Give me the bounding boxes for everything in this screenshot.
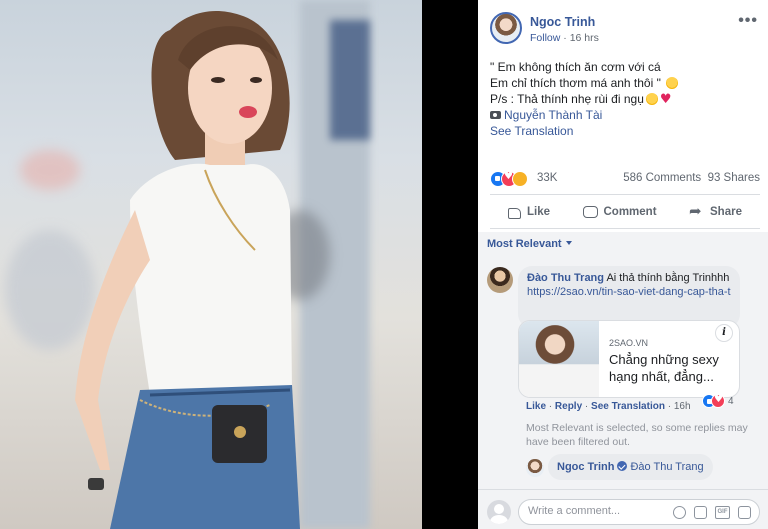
haha-reaction-icon bbox=[512, 171, 528, 187]
photo-gap bbox=[422, 0, 478, 529]
more-options-icon[interactable]: ••• bbox=[738, 12, 758, 30]
post-actions: Like Comment Share bbox=[490, 200, 760, 224]
preview-title: Chẳng những sexy hạng nhất, đẳng... bbox=[609, 352, 719, 384]
comment-reaction-count: 4 bbox=[728, 395, 734, 407]
sticker-icon[interactable] bbox=[738, 506, 751, 519]
comment-like-link[interactable]: Like bbox=[526, 401, 546, 412]
commenter-avatar[interactable] bbox=[487, 267, 513, 293]
comment-actions: Like · Reply · See Translation · 16h bbox=[526, 401, 691, 412]
comment-composer[interactable]: GIF bbox=[518, 499, 760, 525]
reply-preview[interactable]: Ngoc Trinh Đào Thu Trang bbox=[548, 454, 713, 480]
comment-input[interactable] bbox=[528, 505, 658, 517]
share-icon bbox=[689, 202, 704, 220]
filter-note: Most Relevant is selected, so some repli… bbox=[526, 422, 748, 448]
like-label: Like bbox=[527, 206, 551, 218]
post-panel: Ngoc Trinh Follow · 16 hrs ••• " Em khôn… bbox=[478, 0, 768, 529]
post-text: " Em không thích ăn cơm với cá Em chỉ th… bbox=[490, 59, 760, 139]
reactions-bar: 33K 586 Comments 93 Shares bbox=[490, 170, 760, 188]
reply-avatar[interactable] bbox=[526, 459, 544, 477]
post-header: Ngoc Trinh Follow · 16 hrs ••• bbox=[490, 12, 760, 48]
heart-eyes-emoji-icon bbox=[645, 93, 658, 105]
post-line-1: " Em không thích ăn cơm với cá bbox=[490, 60, 661, 74]
heart-emoji-icon bbox=[660, 95, 672, 105]
thumbs-up-icon bbox=[508, 208, 521, 219]
camera-icon[interactable] bbox=[694, 506, 707, 519]
post-line-2-wrap: Em chỉ thích thơm má anh thôi " bbox=[490, 75, 760, 91]
preview-thumbnail bbox=[519, 321, 599, 397]
divider bbox=[478, 489, 768, 490]
gif-icon[interactable]: GIF bbox=[715, 506, 730, 519]
share-button[interactable]: Share bbox=[689, 200, 742, 224]
shares-count[interactable]: 93 Shares bbox=[708, 172, 760, 184]
preview-site: 2SAO.VN bbox=[609, 338, 649, 348]
caret-down-icon bbox=[565, 241, 572, 245]
meta-separator: · bbox=[560, 32, 570, 44]
info-icon[interactable]: i bbox=[715, 324, 733, 342]
comment-reply-link[interactable]: Reply bbox=[555, 401, 582, 412]
comment-text: Ai thả thính bằng Trinhhh bbox=[606, 272, 730, 284]
author-name[interactable]: Ngoc Trinh bbox=[530, 15, 595, 29]
post-line-3-wrap: P/s : Thả thính nhẹ rùi đi ngụ bbox=[490, 91, 760, 107]
see-translation-link[interactable]: See Translation bbox=[490, 123, 760, 139]
comment-label: Comment bbox=[603, 206, 657, 218]
comment-translation-link[interactable]: See Translation bbox=[591, 401, 665, 412]
current-user-avatar bbox=[487, 500, 511, 524]
comment-bubble: Đào Thu Trang Ai thả thính bằng Trinhhh … bbox=[518, 266, 740, 328]
divider bbox=[490, 194, 760, 195]
link-preview-card[interactable]: 2SAO.VN Chẳng những sexy hạng nhất, đẳng… bbox=[518, 320, 740, 398]
comment-icon bbox=[582, 206, 598, 218]
reaction-count[interactable]: 33K bbox=[537, 172, 557, 184]
love-reaction-icon bbox=[711, 394, 725, 408]
like-button[interactable]: Like bbox=[508, 200, 550, 224]
reaction-icons[interactable] bbox=[490, 171, 528, 187]
composer-icons: GIF bbox=[673, 506, 751, 519]
comments-count[interactable]: 586 Comments bbox=[623, 172, 701, 184]
photo-credit-link[interactable]: Nguyễn Thành Tài bbox=[504, 108, 602, 122]
post-line-2: Em chỉ thích thơm má anh thôi " bbox=[490, 76, 661, 90]
camera-icon bbox=[490, 111, 501, 119]
emoji-icon[interactable] bbox=[673, 506, 686, 519]
verified-badge-icon bbox=[617, 461, 628, 471]
person-illustration bbox=[75, 10, 300, 529]
reply-mention[interactable]: Đào Thu Trang bbox=[630, 461, 703, 473]
comment-button[interactable]: Comment bbox=[582, 200, 657, 224]
reply-author[interactable]: Ngoc Trinh bbox=[557, 461, 614, 473]
comment-sort-dropdown[interactable]: Most Relevant bbox=[487, 238, 572, 250]
sort-label: Most Relevant bbox=[487, 238, 562, 250]
comment-url[interactable]: https://2sao.vn/tin-sao-viet-dang-cap-th… bbox=[527, 285, 731, 299]
author-avatar[interactable] bbox=[490, 12, 522, 44]
post-stats: 586 Comments 93 Shares bbox=[623, 172, 760, 184]
divider bbox=[490, 228, 760, 229]
commenter-name[interactable]: Đào Thu Trang bbox=[527, 272, 604, 284]
share-label: Share bbox=[710, 206, 742, 218]
follow-link[interactable]: Follow bbox=[530, 32, 560, 44]
post-meta: Follow · 16 hrs bbox=[530, 32, 599, 44]
comment-time[interactable]: 16h bbox=[674, 401, 691, 412]
photo-credit-line: Nguyễn Thành Tài bbox=[490, 107, 760, 123]
comments-section: Most Relevant Đào Thu Trang Ai thả thính… bbox=[478, 232, 768, 529]
post-photo[interactable] bbox=[0, 0, 422, 529]
grin-emoji-icon bbox=[666, 77, 679, 89]
post-line-3: P/s : Thả thính nhẹ rùi đi ngụ bbox=[490, 92, 644, 106]
post-time[interactable]: 16 hrs bbox=[570, 32, 599, 44]
comment-reactions[interactable]: 4 bbox=[702, 393, 734, 409]
